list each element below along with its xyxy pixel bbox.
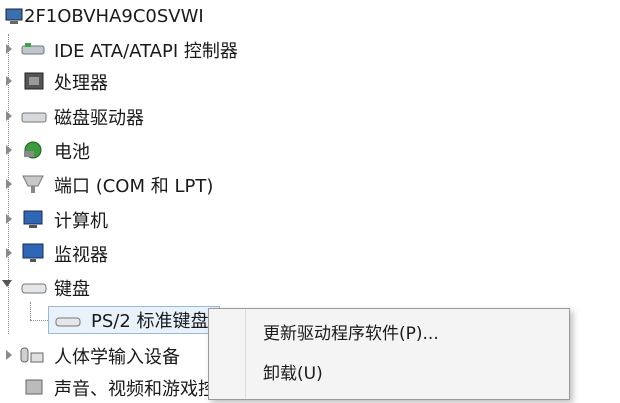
tree-item-disk[interactable]: 磁盘驱动器 xyxy=(0,101,330,131)
tree-item-label: 处理器 xyxy=(54,73,108,94)
hid-icon xyxy=(18,344,44,366)
computer-icon xyxy=(20,208,46,230)
tree-item-label: 人体学输入设备 xyxy=(54,347,180,368)
menu-icon-column-separator xyxy=(245,309,246,399)
expand-arrow-icon[interactable] xyxy=(6,43,12,55)
expand-arrow-icon[interactable] xyxy=(6,75,12,87)
tree-item-label: IDE ATA/ATAPI 控制器 xyxy=(54,41,238,62)
menu-item-uninstall[interactable]: 卸载(U) xyxy=(263,357,323,385)
menu-item-update-driver[interactable]: 更新驱动程序软件(P)... xyxy=(263,317,439,345)
monitor-icon xyxy=(20,242,46,264)
tree-item-label: PS/2 标准键盘 xyxy=(91,311,209,332)
tree-item-keyboard[interactable]: 键盘 xyxy=(0,272,330,302)
tree-item-monitor[interactable]: 监视器 xyxy=(0,238,330,268)
expand-arrow-icon[interactable] xyxy=(6,349,12,361)
child-guide xyxy=(30,302,31,320)
tree-item-label: 键盘 xyxy=(54,279,90,300)
sound-device-icon xyxy=(22,376,48,398)
keyboard-icon xyxy=(20,278,47,300)
tree-item-ide[interactable]: IDE ATA/ATAPI 控制器 xyxy=(0,34,330,64)
tree-item-label: 端口 (COM 和 LPT) xyxy=(54,176,214,197)
ide-controller-icon xyxy=(20,38,46,60)
keyboard-icon xyxy=(55,314,83,330)
computer-name: 2F1OBVHA9C0SVWI xyxy=(24,6,204,27)
tree-item-label: 电池 xyxy=(54,142,90,163)
tree-item-ports[interactable]: 端口 (COM 和 LPT) xyxy=(0,169,330,199)
battery-icon xyxy=(20,138,46,160)
tree-item-computer[interactable]: 计算机 xyxy=(0,204,330,234)
processor-icon xyxy=(22,70,48,92)
expand-arrow-icon[interactable] xyxy=(6,110,12,122)
port-icon xyxy=(20,173,46,195)
expand-arrow-icon[interactable] xyxy=(6,144,12,156)
tree-item-label: 磁盘驱动器 xyxy=(54,108,144,129)
expand-arrow-icon[interactable] xyxy=(6,213,12,225)
tree-item-label: 监视器 xyxy=(54,245,108,266)
tree-item-processor[interactable]: 处理器 xyxy=(0,66,330,96)
tree-item-ps2-keyboard[interactable]: PS/2 标准键盘 xyxy=(48,305,220,335)
expand-arrow-icon[interactable] xyxy=(6,247,12,259)
disk-drive-icon xyxy=(20,107,47,129)
context-menu: 更新驱动程序软件(P)... 卸载(U) xyxy=(208,308,570,400)
child-guide-h xyxy=(30,320,48,321)
expand-arrow-icon[interactable] xyxy=(6,178,12,190)
tree-item-battery[interactable]: 电池 xyxy=(0,135,330,165)
tree-item-label: 计算机 xyxy=(54,211,108,232)
collapse-arrow-icon[interactable] xyxy=(2,280,16,296)
selected-item-highlight[interactable]: PS/2 标准键盘 xyxy=(48,306,220,334)
